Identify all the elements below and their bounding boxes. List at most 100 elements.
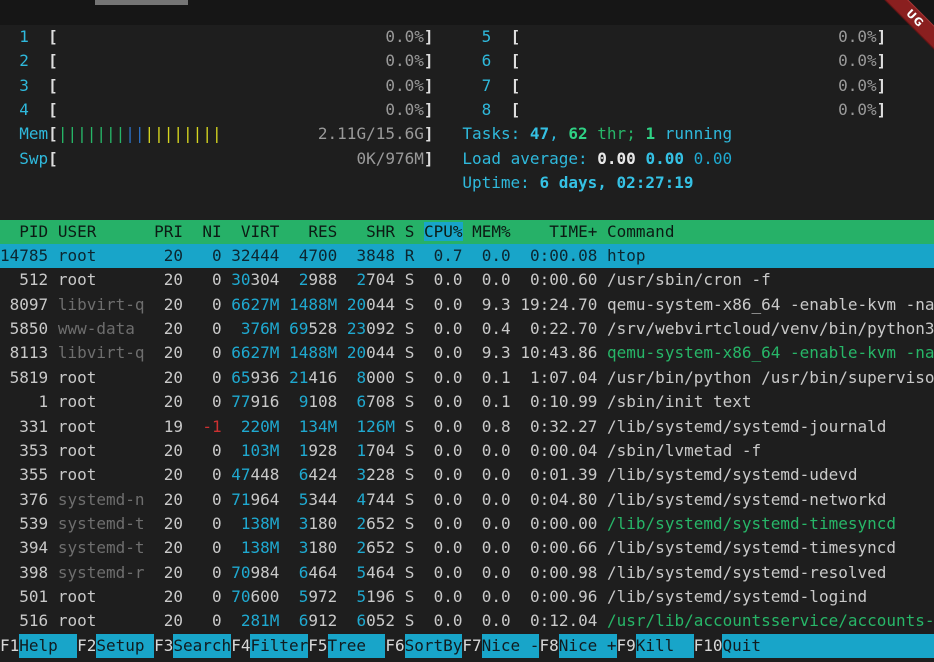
column-header-time[interactable]: TIME+	[520, 222, 597, 241]
cell-time: 0:22.70	[520, 319, 597, 338]
cpu-meter-row-2: 2 [ 0.0%] 6 [ 0.0%]	[0, 49, 934, 73]
process-row-376[interactable]: 376 systemd-n 20 0 71964 5344 4744 S 0.0…	[0, 488, 934, 512]
cell-state: S	[405, 319, 415, 338]
fkey-search[interactable]: F3Search	[154, 634, 231, 658]
cell-time: 0:00.98	[520, 563, 597, 582]
cell-mem: 0.0	[472, 246, 511, 265]
process-row-353[interactable]: 353 root 20 0 103M 1928 1704 S 0.0 0.0 0…	[0, 439, 934, 463]
blank-row	[0, 195, 934, 219]
cell-ni: 0	[193, 343, 222, 362]
fkey-quit[interactable]: F10Quit	[694, 634, 934, 658]
cell-pid: 14785	[0, 246, 48, 265]
process-row-394[interactable]: 394 systemd-t 20 0 138M 3180 2652 S 0.0 …	[0, 536, 934, 560]
fkey-tree[interactable]: F5Tree	[308, 634, 385, 658]
cell-time: 0:32.27	[520, 417, 597, 436]
cell-cpu: 0.0	[424, 368, 463, 387]
cpu-4-label: 4	[19, 100, 48, 119]
process-row-398[interactable]: 398 systemd-r 20 0 70984 6464 5464 S 0.0…	[0, 561, 934, 585]
fkey-sortby[interactable]: F6SortBy	[385, 634, 462, 658]
column-header-mem[interactable]: MEM%	[472, 222, 511, 241]
uptime-label: Uptime:	[462, 173, 539, 192]
cpu-7-label: 7	[482, 76, 511, 95]
column-header-cpu[interactable]: CPU%	[424, 222, 463, 241]
cell-state: S	[405, 417, 415, 436]
cell-pri: 19	[154, 417, 183, 436]
cell-mem: 0.0	[472, 611, 511, 630]
cell-command: /srv/webvirtcloud/venv/bin/python3	[607, 319, 934, 338]
cell-user: root	[58, 392, 145, 411]
cell-mem: 0.0	[472, 490, 511, 509]
cell-ni: 0	[193, 611, 222, 630]
cell-ni: 0	[193, 538, 222, 557]
fkey-key: F5	[308, 634, 327, 658]
cell-time: 0:00.96	[520, 587, 597, 606]
cell-pid: 539	[0, 514, 48, 533]
cell-user: root	[58, 441, 145, 460]
fkey-nice[interactable]: F7Nice -	[462, 634, 539, 658]
column-header-shr[interactable]: SHR	[347, 222, 395, 241]
process-row-512[interactable]: 512 root 20 0 30304 2988 2704 S 0.0 0.0 …	[0, 268, 934, 292]
cell-mem: 0.1	[472, 368, 511, 387]
process-row-14785[interactable]: 14785 root 20 0 32444 4700 3848 R 0.7 0.…	[0, 244, 934, 268]
column-header-res[interactable]: RES	[289, 222, 337, 241]
cell-pri: 20	[154, 611, 183, 630]
cell-ni: 0	[193, 441, 222, 460]
cell-user: www-data	[58, 319, 145, 338]
cell-cpu: 0.0	[424, 490, 463, 509]
cell-time: 0:00.66	[520, 538, 597, 557]
process-row-8097[interactable]: 8097 libvirt-q 20 0 6627M 1488M 20044 S …	[0, 293, 934, 317]
process-row-8113[interactable]: 8113 libvirt-q 20 0 6627M 1488M 20044 S …	[0, 341, 934, 365]
process-row-501[interactable]: 501 root 20 0 70600 5972 5196 S 0.0 0.0 …	[0, 585, 934, 609]
fkey-setup[interactable]: F2Setup	[77, 634, 154, 658]
cpu-meter-row-3: 3 [ 0.0%] 7 [ 0.0%]	[0, 74, 934, 98]
process-row-355[interactable]: 355 root 20 0 47448 6424 3228 S 0.0 0.0 …	[0, 463, 934, 487]
fkey-help[interactable]: F1Help	[0, 634, 77, 658]
cell-mem: 9.3	[472, 343, 511, 362]
load-5min: 0.00	[645, 149, 684, 168]
cpu-meter-row-1: 1 [ 0.0%] 5 [ 0.0%]	[0, 25, 934, 49]
cell-user: root	[58, 246, 145, 265]
cell-pri: 20	[154, 246, 183, 265]
column-header-user[interactable]: USER	[58, 222, 145, 241]
cell-ni: 0	[193, 563, 222, 582]
column-header-pri[interactable]: PRI	[154, 222, 183, 241]
cell-command: qemu-system-x86_64 -enable-kvm -na	[607, 343, 934, 362]
cell-user: systemd-t	[58, 538, 145, 557]
cell-ni: 0	[193, 587, 222, 606]
cell-ni: -1	[193, 417, 222, 436]
process-row-539[interactable]: 539 systemd-t 20 0 138M 3180 2652 S 0.0 …	[0, 512, 934, 536]
cpu-6-label: 6	[482, 51, 511, 70]
cell-pri: 20	[154, 270, 183, 289]
cell-mem: 0.0	[472, 587, 511, 606]
cell-cpu: 0.0	[424, 538, 463, 557]
process-row-1[interactable]: 1 root 20 0 77916 9108 6708 S 0.0 0.1 0:…	[0, 390, 934, 414]
cell-pid: 331	[0, 417, 48, 436]
cell-pid: 5850	[0, 319, 48, 338]
cell-cpu: 0.0	[424, 611, 463, 630]
cell-command: /lib/systemd/systemd-timesyncd	[607, 538, 896, 557]
mem-meter-and-tasks: Mem[||||||||||||||||| 2.11G/15.6G] Tasks…	[0, 122, 934, 146]
cell-state: S	[405, 368, 415, 387]
process-row-331[interactable]: 331 root 19 -1 220M 134M 126M S 0.0 0.8 …	[0, 415, 934, 439]
cell-state: R	[405, 246, 415, 265]
cell-state: S	[405, 490, 415, 509]
column-header-pid[interactable]: PID	[0, 222, 48, 241]
process-row-516[interactable]: 516 root 20 0 281M 6912 6052 S 0.0 0.0 0…	[0, 609, 934, 633]
fkey-label: Search	[173, 634, 231, 658]
column-header-ni[interactable]: NI	[193, 222, 222, 241]
process-list: 14785 root 20 0 32444 4700 3848 R 0.7 0.…	[0, 244, 934, 634]
column-header-command[interactable]: Command	[607, 222, 674, 241]
fkey-filter[interactable]: F4Filter	[231, 634, 308, 658]
fkey-nice[interactable]: F8Nice +	[539, 634, 616, 658]
process-row-5850[interactable]: 5850 www-data 20 0 376M 69528 23092 S 0.…	[0, 317, 934, 341]
fkey-label: Nice +	[559, 634, 617, 658]
cell-state: S	[405, 392, 415, 411]
cell-pid: 8097	[0, 295, 48, 314]
process-row-5819[interactable]: 5819 root 20 0 65936 21416 8000 S 0.0 0.…	[0, 366, 934, 390]
cell-time: 10:43.86	[520, 343, 597, 362]
column-header-virt[interactable]: VIRT	[231, 222, 279, 241]
column-header-s[interactable]: S	[405, 222, 415, 241]
fkey-label: Setup	[96, 634, 154, 658]
fkey-kill[interactable]: F9Kill	[617, 634, 694, 658]
swp-value: 0K/976M	[356, 149, 423, 168]
